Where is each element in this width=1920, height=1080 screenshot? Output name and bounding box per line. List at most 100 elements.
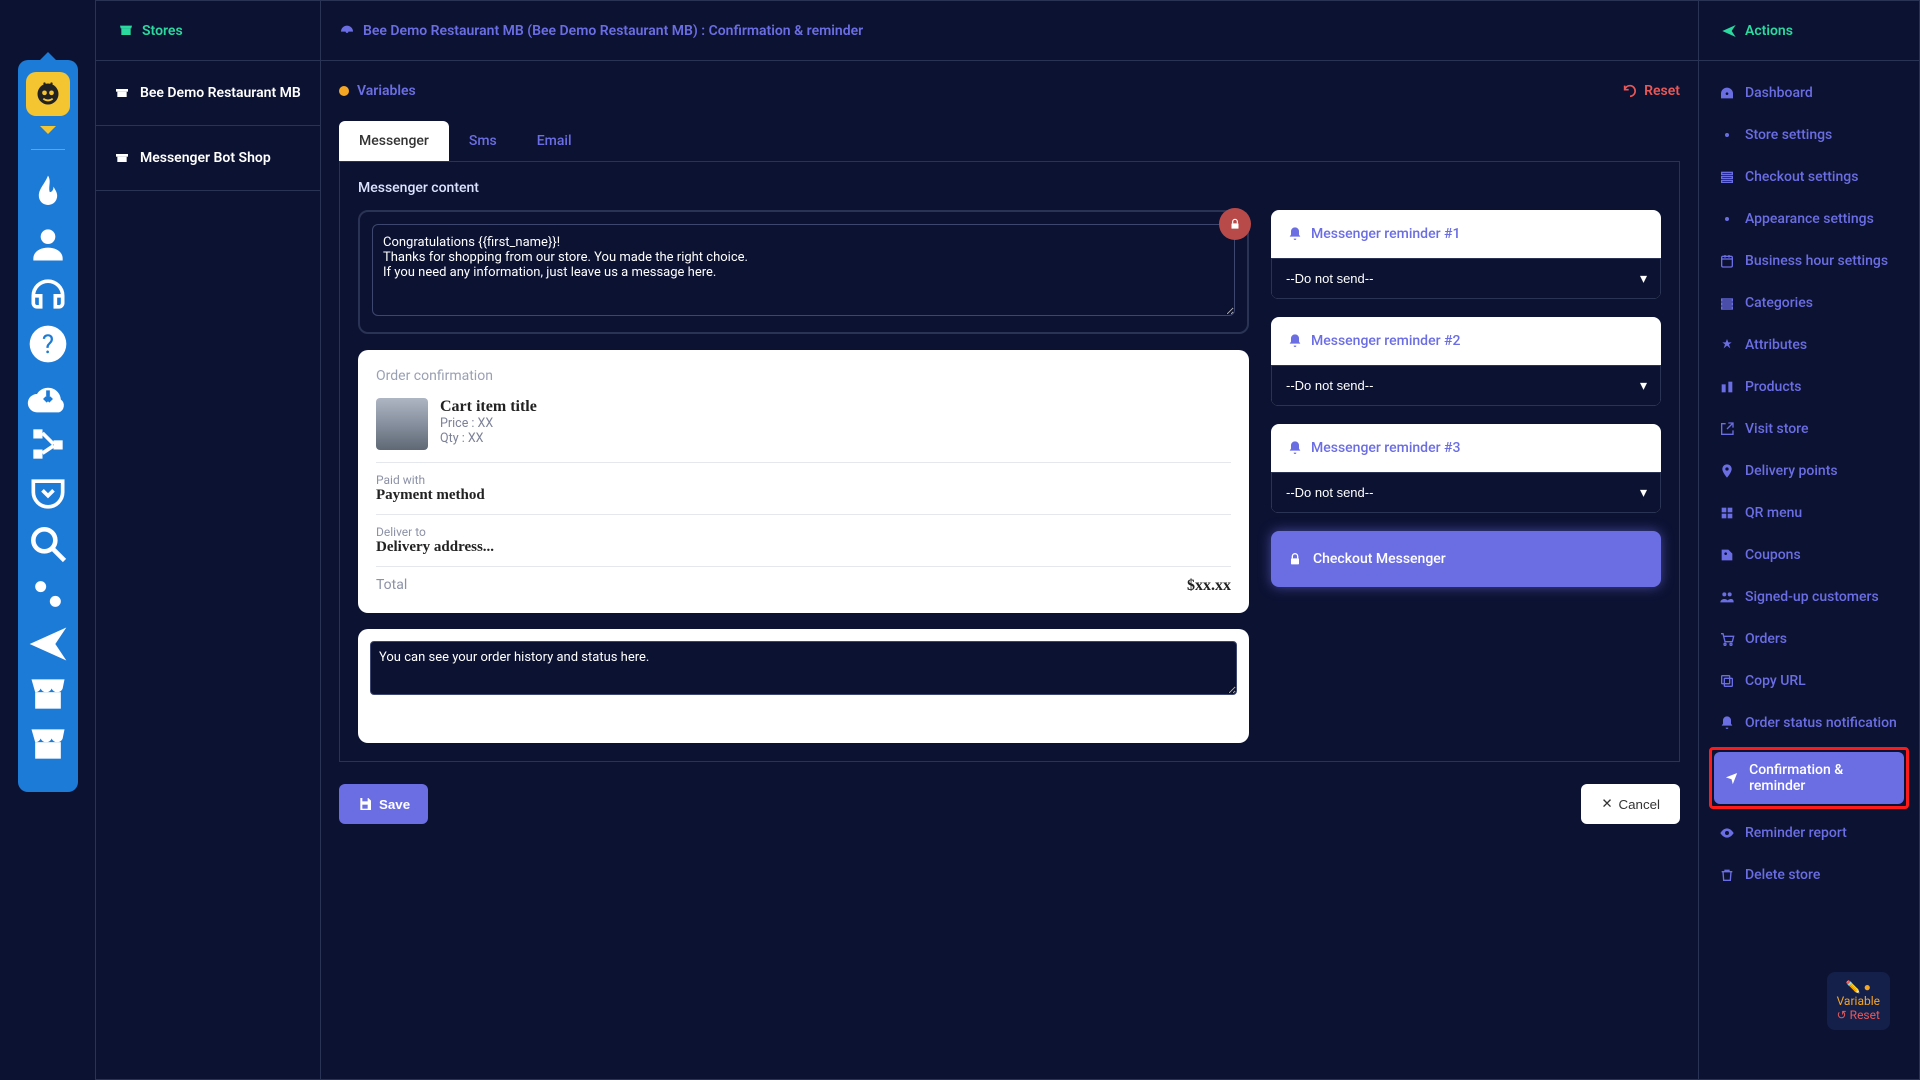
nav-store-icon[interactable] — [26, 672, 70, 716]
vertical-nav-card: ? — [18, 60, 78, 792]
action-label: Checkout settings — [1745, 169, 1858, 185]
variables-dot-icon — [339, 86, 349, 96]
order-item-row: Cart item title Price : XX Qty : XX — [376, 398, 1231, 463]
intro-textarea[interactable]: Congratulations {{first_name}}! Thanks f… — [372, 224, 1235, 316]
action-label: Attributes — [1745, 337, 1807, 353]
reminder-2-card: Messenger reminder #2 --Do not send-- — [1271, 317, 1661, 406]
action-item-orders[interactable]: Orders — [1709, 621, 1909, 657]
variables-label[interactable]: Variables — [339, 83, 416, 99]
bell-icon — [1287, 440, 1303, 456]
action-item-appearance-settings[interactable]: Appearance settings — [1709, 201, 1909, 237]
checkout-messenger-button[interactable]: Checkout Messenger — [1271, 531, 1661, 587]
action-icon — [1719, 421, 1735, 437]
action-item-delivery-points[interactable]: Delivery points — [1709, 453, 1909, 489]
action-item-order-status-notification[interactable]: Order status notification — [1709, 705, 1909, 741]
order-item-qty: Qty : XX — [440, 431, 537, 446]
action-icon — [1719, 127, 1735, 143]
action-item-products[interactable]: Products — [1709, 369, 1909, 405]
action-item-copy-url[interactable]: Copy URL — [1709, 663, 1909, 699]
reminder-2-header: Messenger reminder #2 — [1271, 317, 1661, 365]
vars-row: Variables Reset — [339, 83, 1680, 99]
action-icon — [1719, 825, 1735, 841]
stores-header: Stores — [96, 1, 320, 61]
lock-icon — [1287, 551, 1303, 567]
footer-textarea[interactable]: You can see your order history and statu… — [370, 641, 1237, 695]
save-button[interactable]: Save — [339, 784, 428, 824]
action-item-delete-store[interactable]: Delete store — [1709, 857, 1909, 893]
highlight-box: Confirmation & reminder — [1709, 747, 1909, 809]
action-label: Copy URL — [1745, 673, 1806, 689]
reminder-3-card: Messenger reminder #3 --Do not send-- — [1271, 424, 1661, 513]
breadcrumb-text: Bee Demo Restaurant MB (Bee Demo Restaur… — [363, 23, 863, 39]
tab-email[interactable]: Email — [517, 121, 592, 161]
store-item-bee-demo[interactable]: Bee Demo Restaurant MB — [96, 61, 320, 126]
nav-flame-icon[interactable] — [26, 172, 70, 216]
nav-help-icon[interactable]: ? — [26, 322, 70, 366]
action-label: Categories — [1745, 295, 1813, 311]
action-item-store-settings[interactable]: Store settings — [1709, 117, 1909, 153]
action-item-qr-menu[interactable]: QR menu — [1709, 495, 1909, 531]
nav-user-icon[interactable] — [26, 222, 70, 266]
nav-share-icon[interactable] — [26, 422, 70, 466]
action-item-dashboard[interactable]: Dashboard — [1709, 75, 1909, 111]
dashboard-icon — [339, 23, 355, 39]
reset-button[interactable]: Reset — [1622, 83, 1680, 99]
store-item-icon — [114, 150, 130, 166]
float-helper[interactable]: ✏️ ● Variable ↺ Reset — [1827, 972, 1890, 1030]
nav-store2-icon[interactable] — [26, 722, 70, 766]
order-paid-row: Paid with Payment method — [376, 463, 1231, 515]
action-item-reminder-report[interactable]: Reminder report — [1709, 815, 1909, 851]
send-icon — [1721, 23, 1737, 39]
bell-icon — [1287, 226, 1303, 242]
action-label: Appearance settings — [1745, 211, 1874, 227]
action-label: Products — [1745, 379, 1802, 395]
action-item-attributes[interactable]: Attributes — [1709, 327, 1909, 363]
order-item-title: Cart item title — [440, 398, 537, 416]
undo-icon — [1622, 83, 1638, 99]
reminder-2-select[interactable]: --Do not send-- — [1271, 365, 1661, 406]
footer-buttons: Save ✕ Cancel — [339, 784, 1680, 824]
order-paid-label: Paid with — [376, 473, 1231, 487]
nav-download-icon[interactable] — [26, 372, 70, 416]
order-item-price: Price : XX — [440, 416, 537, 431]
messenger-right-col: Messenger reminder #1 --Do not send-- Me… — [1271, 210, 1661, 743]
action-label: Orders — [1745, 631, 1787, 647]
action-item-categories[interactable]: Categories — [1709, 285, 1909, 321]
tab-messenger[interactable]: Messenger — [339, 121, 449, 161]
nav-search-icon[interactable] — [26, 522, 70, 566]
order-deliver-label: Deliver to — [376, 525, 1231, 539]
messenger-panel: Messenger content Congratulations {{firs… — [339, 161, 1680, 762]
logo-pointer — [40, 126, 56, 134]
action-icon — [1719, 463, 1735, 479]
action-item-coupons[interactable]: Coupons — [1709, 537, 1909, 573]
store-item-messenger-bot[interactable]: Messenger Bot Shop — [96, 126, 320, 191]
nav-headset-icon[interactable] — [26, 272, 70, 316]
reminder-3-header: Messenger reminder #3 — [1271, 424, 1661, 472]
action-label: Dashboard — [1745, 85, 1813, 101]
store-item-label: Bee Demo Restaurant MB — [140, 85, 301, 101]
action-item-confirmation-reminder[interactable]: Confirmation & reminder — [1714, 752, 1904, 804]
action-item-signed-up-customers[interactable]: Signed-up customers — [1709, 579, 1909, 615]
action-item-business-hour-settings[interactable]: Business hour settings — [1709, 243, 1909, 279]
cancel-button[interactable]: ✕ Cancel — [1581, 784, 1680, 824]
nav-gears-icon[interactable] — [26, 572, 70, 616]
action-icon — [1719, 867, 1735, 883]
reminder-1-select[interactable]: --Do not send-- — [1271, 258, 1661, 299]
action-icon — [1719, 169, 1735, 185]
lock-icon — [1228, 217, 1242, 231]
order-card-title: Order confirmation — [376, 368, 1231, 384]
order-total-value: $xx.xx — [1187, 577, 1231, 595]
main-column: Bee Demo Restaurant MB (Bee Demo Restaur… — [321, 1, 1699, 1079]
reminder-3-select[interactable]: --Do not send-- — [1271, 472, 1661, 513]
float-reset-label: ↺ Reset — [1837, 1008, 1880, 1022]
nav-pocket-icon[interactable] — [26, 472, 70, 516]
action-item-visit-store[interactable]: Visit store — [1709, 411, 1909, 447]
tab-sms[interactable]: Sms — [449, 121, 517, 161]
nav-send-icon[interactable] — [26, 622, 70, 666]
lock-badge[interactable] — [1219, 208, 1251, 240]
app-logo[interactable] — [26, 72, 70, 116]
footer-blank — [370, 707, 1237, 731]
action-icon — [1719, 589, 1735, 605]
action-label: Confirmation & reminder — [1749, 762, 1894, 794]
action-item-checkout-settings[interactable]: Checkout settings — [1709, 159, 1909, 195]
